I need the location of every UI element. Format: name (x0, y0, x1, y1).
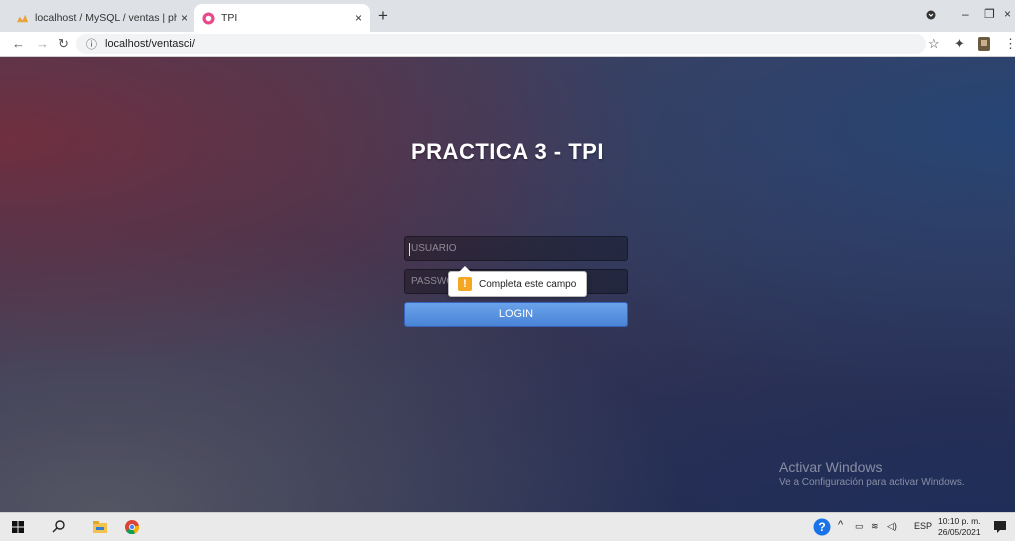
avatar[interactable] (978, 37, 990, 51)
info-icon[interactable]: ⓘ (86, 36, 97, 52)
maximize-button[interactable]: ❐ (984, 7, 995, 21)
more-menu-icon[interactable]: ⋮ (1004, 36, 1015, 52)
tab-phpmyadmin[interactable]: localhost / MySQL / ventas | php × (8, 4, 196, 32)
warning-icon: ! (458, 277, 472, 291)
back-arrow-icon[interactable]: ← (12, 36, 25, 51)
tab-title: TPI (221, 12, 238, 24)
windows-start-icon[interactable] (12, 521, 24, 533)
close-tab-icon[interactable]: × (355, 11, 362, 25)
svg-text:?: ? (818, 520, 825, 534)
reload-icon[interactable]: ↻ (58, 36, 69, 52)
watermark-title: Activar Windows (779, 459, 883, 475)
file-explorer-icon[interactable] (93, 521, 107, 533)
validation-tooltip: ! Completa este campo (448, 266, 587, 297)
forward-arrow-icon[interactable]: → (36, 36, 49, 51)
url-bar[interactable]: ⓘ localhost/ventasci/ (76, 34, 926, 54)
login-button[interactable]: LOGIN (404, 302, 628, 327)
help-icon[interactable]: ? (813, 518, 831, 536)
browser-tab-strip: localhost / MySQL / ventas | php × TPI ×… (0, 0, 1015, 32)
address-bar-row: ← → ↻ ⓘ localhost/ventasci/ ☆ ✦ ⋮ (0, 32, 1015, 57)
clock-date: 26/05/2021 (938, 527, 981, 537)
url-text: localhost/ventasci/ (105, 38, 195, 50)
chrome-icon[interactable] (125, 520, 139, 534)
windows-taskbar: ? ^ ▭ ≋ ◁) ESP 10:10 p. m. 26/05/2021 (0, 512, 1015, 541)
clock[interactable]: 10:10 p. m. 26/05/2021 (938, 516, 981, 538)
minimize-button[interactable]: – (962, 7, 969, 21)
wifi-icon[interactable]: ≋ (871, 521, 879, 532)
close-tab-icon[interactable]: × (181, 11, 188, 25)
tab-tpi[interactable]: TPI × (194, 4, 370, 32)
search-icon[interactable] (52, 520, 65, 533)
activate-windows-watermark: Activar Windows Ve a Configuración para … (779, 459, 965, 488)
bookmark-star-icon[interactable]: ☆ (928, 36, 940, 52)
profile-icon[interactable] (926, 10, 936, 20)
extensions-puzzle-icon[interactable]: ✦ (954, 36, 965, 52)
tpi-favicon-icon (202, 11, 215, 25)
close-window-button[interactable]: × (1004, 7, 1011, 21)
tooltip-text: Completa este campo (479, 278, 577, 290)
clock-time: 10:10 p. m. (938, 516, 981, 526)
username-input[interactable] (404, 236, 628, 261)
text-caret (409, 243, 410, 256)
new-tab-button[interactable]: + (378, 6, 388, 26)
language-indicator[interactable]: ESP (914, 521, 932, 531)
battery-icon[interactable]: ▭ (855, 521, 864, 532)
phpmyadmin-icon (16, 14, 29, 22)
watermark-subtitle: Ve a Configuración para activar Windows. (779, 477, 965, 488)
notifications-icon[interactable] (994, 521, 1006, 533)
volume-icon[interactable]: ◁) (887, 521, 897, 532)
page-title: PRACTICA 3 - TPI (411, 139, 604, 164)
chevron-up-icon[interactable]: ^ (838, 519, 843, 531)
tab-title: localhost / MySQL / ventas | php (35, 12, 177, 24)
